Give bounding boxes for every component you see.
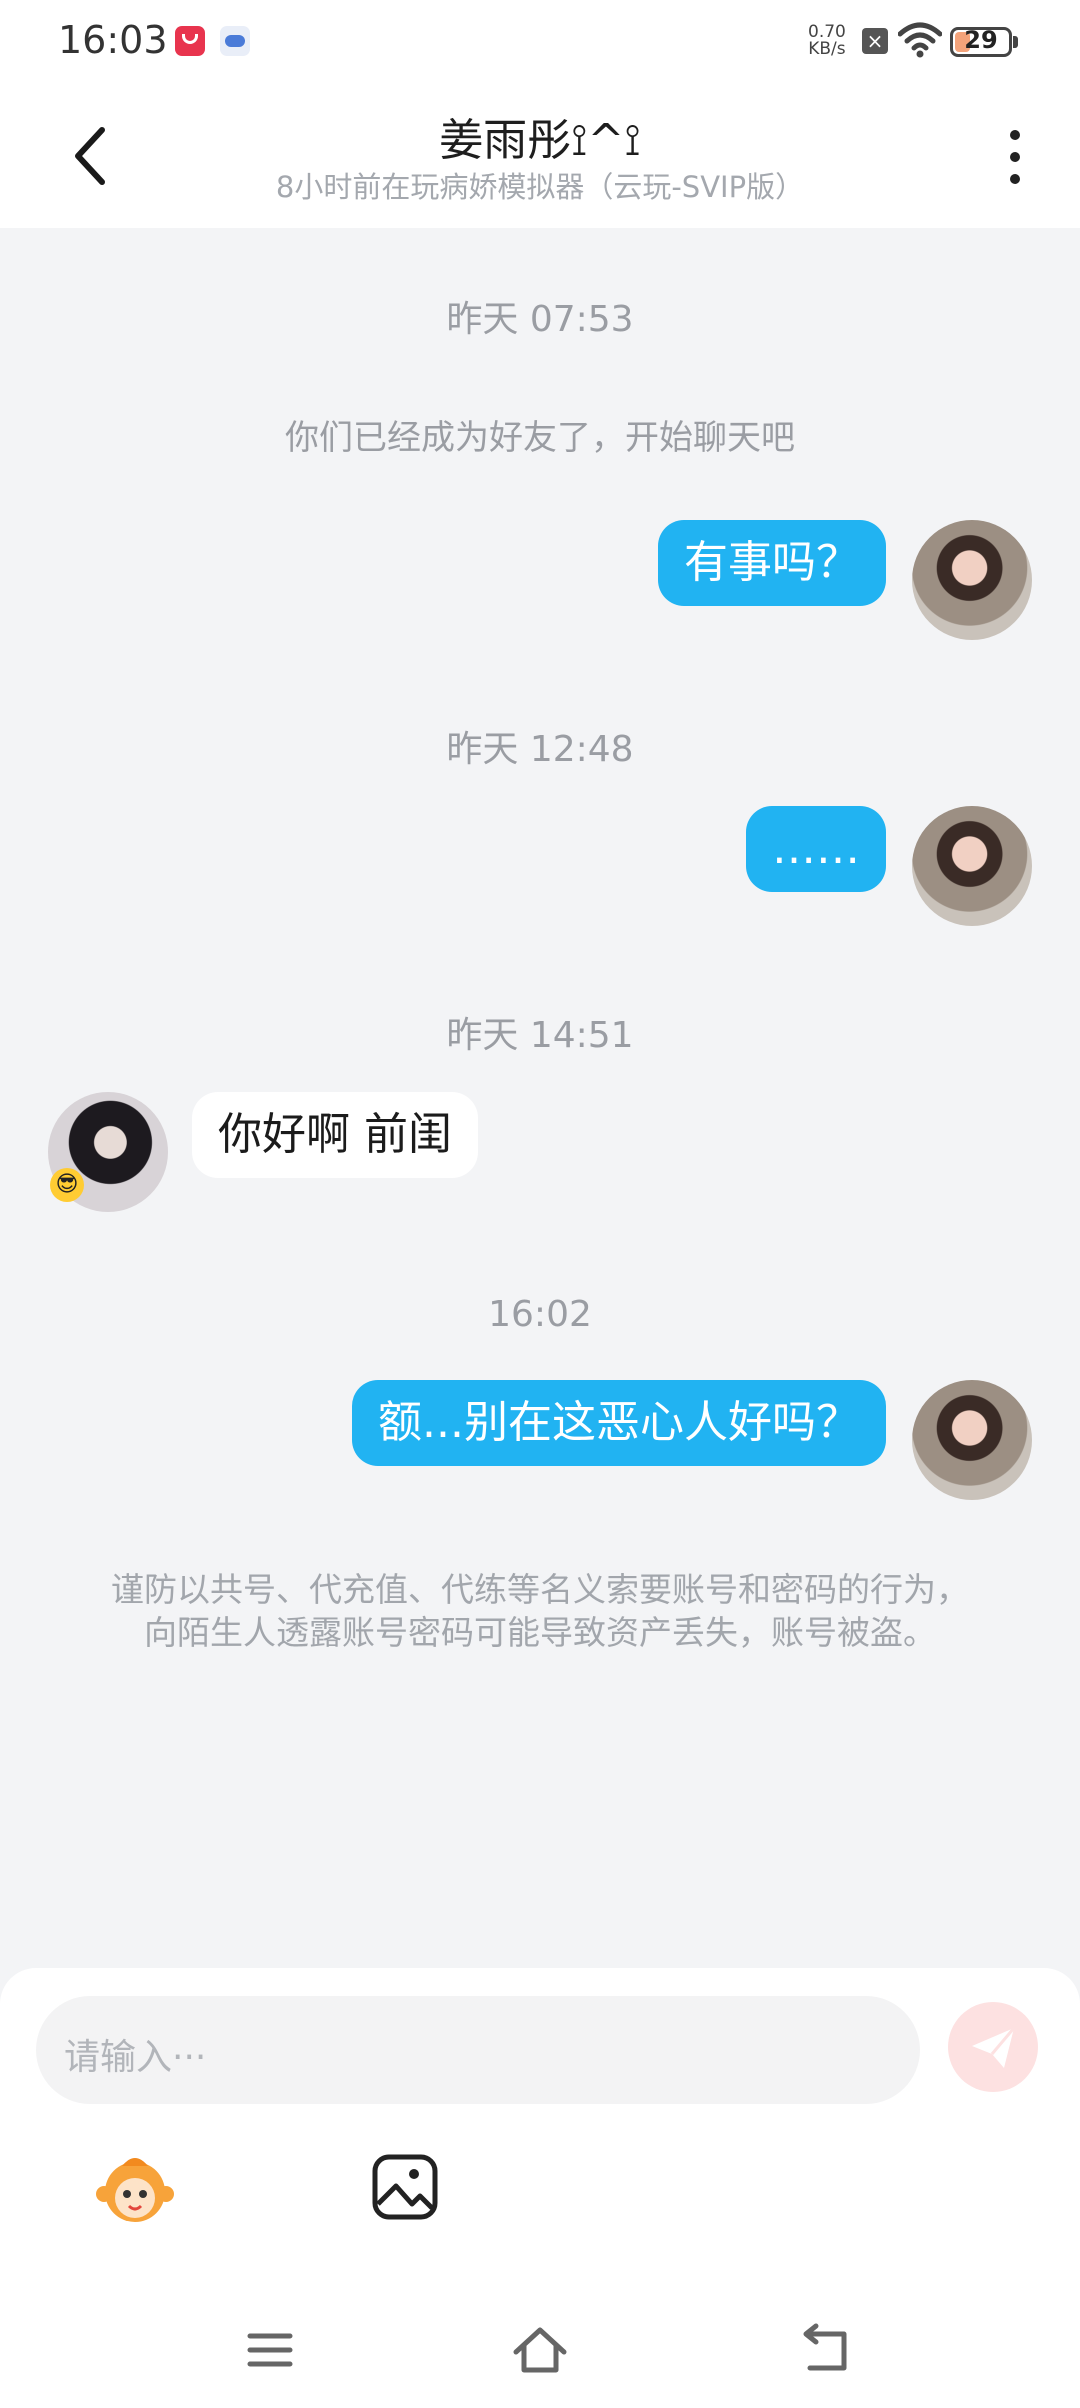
home-icon[interactable] [510,2320,570,2380]
robot-app-icon [220,26,250,56]
more-dot [1010,152,1020,162]
message-input[interactable]: 请输入··· [36,1996,920,2104]
more-dot [1010,174,1020,184]
status-bar: 16:03 0.70 KB/s × 29 [0,0,1080,80]
more-dot [1010,130,1020,140]
app-notification-icon [175,26,205,56]
outgoing-message-bubble[interactable]: …… [746,806,886,892]
no-sim-icon: × [862,28,888,54]
outgoing-message-bubble[interactable]: 有事吗？ [658,520,886,606]
send-button[interactable] [948,2002,1038,2092]
sunglasses-emoji-badge: 😎 [50,1168,84,1202]
message-timestamp: 昨天 07:53 [446,299,634,340]
chat-message-list[interactable]: 昨天 07:53 你们已经成为好友了，开始聊天吧 有事吗？ 昨天 12:48 …… [0,228,1080,1968]
my-avatar[interactable] [912,520,1032,640]
network-rate: 0.70 KB/s [808,24,846,58]
contact-activity-status: 8小时前在玩病娇模拟器（云玩-SVIP版） [275,170,805,204]
more-options-button[interactable] [992,128,1036,188]
battery-tip [1013,36,1018,48]
contact-name[interactable]: 姜雨彤⟟^⟟ [0,104,1080,168]
battery-level: 29 [964,26,998,54]
message-timestamp: 昨天 14:51 [446,1015,634,1056]
system-navigation-bar [0,2290,1080,2408]
input-placeholder: 请输入··· [64,2037,207,2078]
message-timestamp: 16:02 [488,1294,592,1335]
battery-icon: 29 [950,26,1012,57]
message-timestamp: 昨天 12:48 [446,729,634,770]
security-warning: 谨防以共号、代充值、代练等名义索要账号和密码的行为，向陌生人透露账号密码可能导致… [111,1570,969,1652]
outgoing-message-bubble[interactable]: 额...别在这恶心人好吗？ [352,1380,886,1466]
my-avatar[interactable] [912,1380,1032,1500]
mascot-emoji-icon[interactable] [92,2148,178,2228]
chat-header: 姜雨彤⟟^⟟ 8小时前在玩病娇模拟器（云玩-SVIP版） [0,80,1080,228]
system-note: 你们已经成为好友了，开始聊天吧 [285,418,795,458]
my-avatar[interactable] [912,806,1032,926]
image-picker-icon[interactable] [370,2152,440,2222]
menu-icon[interactable] [240,2320,300,2380]
paper-plane-icon [972,2027,1016,2068]
status-time: 16:03 [58,18,168,62]
network-rate-unit: KB/s [808,39,846,59]
wifi-icon [898,22,942,58]
back-nav-icon[interactable] [796,2320,856,2380]
incoming-message-bubble[interactable]: 你好啊 前闺 [192,1092,478,1178]
